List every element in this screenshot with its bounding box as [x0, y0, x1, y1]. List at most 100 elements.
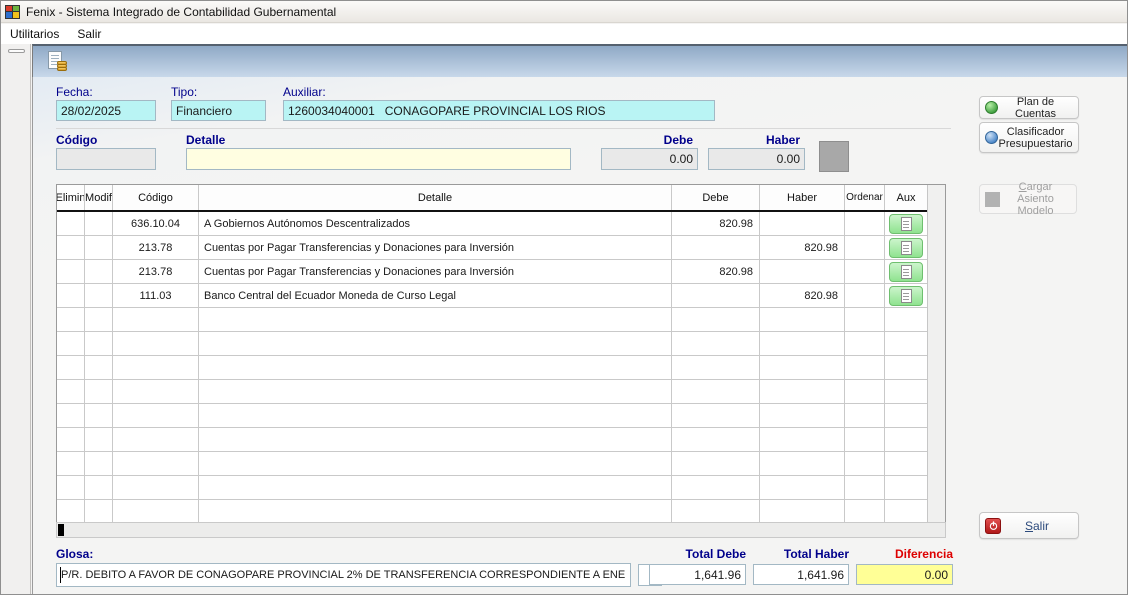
- table-header: Elimin Modif Código Detalle Debe Haber O…: [57, 185, 927, 212]
- attach-button[interactable]: [819, 141, 849, 172]
- table-row-empty[interactable]: [57, 404, 927, 428]
- ordenar-cell[interactable]: [845, 212, 885, 235]
- table-row-empty[interactable]: [57, 332, 927, 356]
- table-cell: [57, 356, 85, 379]
- table-cell: [199, 476, 672, 499]
- clasificador-presupuestario-button[interactable]: ClasificadorPresupuestario: [979, 122, 1079, 153]
- glosa-label: Glosa:: [56, 547, 93, 561]
- table-row-empty[interactable]: [57, 476, 927, 500]
- table-row[interactable]: 111.03 Banco Central del Ecuador Moneda …: [57, 284, 927, 308]
- menu-item-salir[interactable]: Salir: [68, 25, 110, 43]
- table-cell: [760, 428, 845, 451]
- tipo-input[interactable]: [171, 100, 266, 121]
- table-cell: [672, 500, 760, 522]
- aux-button[interactable]: [889, 214, 923, 234]
- modif-cell[interactable]: [85, 284, 113, 307]
- salir-button[interactable]: Salir: [979, 512, 1079, 539]
- table-cell: [85, 308, 113, 331]
- table-row-empty[interactable]: [57, 452, 927, 476]
- modif-cell[interactable]: [85, 236, 113, 259]
- table-cell: [672, 452, 760, 475]
- new-entry-icon[interactable]: [48, 51, 72, 73]
- table-cell: [113, 380, 199, 403]
- menu-item-utilitarios[interactable]: Utilitarios: [1, 25, 68, 43]
- aux-cell: [885, 236, 927, 259]
- table-cell: [57, 476, 85, 499]
- h-scroll-thumb[interactable]: [58, 524, 64, 536]
- table-cell: [760, 332, 845, 355]
- table-row[interactable]: 213.78 Cuentas por Pagar Transferencias …: [57, 260, 927, 284]
- table-empty-rows: [57, 308, 927, 522]
- table-cell: [885, 500, 927, 522]
- table-cell: [760, 356, 845, 379]
- aux-button[interactable]: [889, 286, 923, 306]
- table-cell: [760, 476, 845, 499]
- table-grid: Elimin Modif Código Detalle Debe Haber O…: [57, 185, 927, 522]
- ordenar-cell[interactable]: [845, 260, 885, 283]
- tipo-label: Tipo:: [171, 85, 197, 99]
- table-cell: [672, 428, 760, 451]
- table-cell: [760, 380, 845, 403]
- table-cell: [845, 404, 885, 427]
- entry-detalle-input[interactable]: [186, 148, 571, 170]
- table-cell: [199, 500, 672, 522]
- table-row-empty[interactable]: [57, 356, 927, 380]
- table-cell: [885, 308, 927, 331]
- ordenar-cell[interactable]: [845, 284, 885, 307]
- aux-cell: [885, 260, 927, 283]
- table-cell: [113, 452, 199, 475]
- power-icon: [985, 518, 1001, 534]
- aux-cell: [885, 284, 927, 307]
- total-debe-input[interactable]: [649, 564, 746, 585]
- diferencia-input[interactable]: [856, 564, 953, 585]
- table-row-empty[interactable]: [57, 380, 927, 404]
- table-row-empty[interactable]: [57, 428, 927, 452]
- table-cell: [845, 332, 885, 355]
- table-row[interactable]: 213.78 Cuentas por Pagar Transferencias …: [57, 236, 927, 260]
- table-cell: [885, 476, 927, 499]
- table-cell: [845, 452, 885, 475]
- table-cell: [845, 380, 885, 403]
- debe-cell: 820.98: [672, 212, 760, 235]
- total-haber-input[interactable]: [753, 564, 849, 585]
- panel-grabber[interactable]: [8, 49, 25, 53]
- glosa-input[interactable]: [56, 563, 631, 587]
- entry-codigo-label: Código: [56, 133, 97, 147]
- left-collapsed-panel[interactable]: [1, 44, 31, 594]
- plan-de-cuentas-button[interactable]: Plan de Cuentas: [979, 96, 1079, 119]
- entry-haber-input[interactable]: [708, 148, 805, 170]
- elimin-cell[interactable]: [57, 236, 85, 259]
- cargar-asiento-modelo-button[interactable]: Cargar AsientoModelo: [979, 184, 1077, 214]
- entries-table: Elimin Modif Código Detalle Debe Haber O…: [56, 184, 946, 523]
- vertical-scrollbar[interactable]: [927, 185, 945, 522]
- text-caret: [60, 567, 61, 583]
- header-elimin: Elimin: [57, 185, 85, 210]
- auxiliar-input[interactable]: [283, 100, 715, 121]
- aux-button[interactable]: [889, 238, 923, 258]
- table-cell: [845, 428, 885, 451]
- elimin-cell[interactable]: [57, 284, 85, 307]
- table-cell: [885, 428, 927, 451]
- table-cell: [199, 332, 672, 355]
- table-cell: [85, 380, 113, 403]
- diferencia-label: Diferencia: [856, 547, 953, 561]
- aux-button[interactable]: [889, 262, 923, 282]
- table-row-empty[interactable]: [57, 500, 927, 522]
- modif-cell[interactable]: [85, 212, 113, 235]
- elimin-cell[interactable]: [57, 260, 85, 283]
- table-cell: [885, 332, 927, 355]
- table-row-empty[interactable]: [57, 308, 927, 332]
- table-row[interactable]: 636.10.04 A Gobiernos Autónomos Descentr…: [57, 212, 927, 236]
- haber-cell: [760, 260, 845, 283]
- horizontal-scrollbar[interactable]: [56, 522, 946, 538]
- table-cell: [885, 356, 927, 379]
- elimin-cell[interactable]: [57, 212, 85, 235]
- fecha-input[interactable]: [56, 100, 156, 121]
- entry-codigo-input[interactable]: [56, 148, 156, 170]
- table-cell: [845, 476, 885, 499]
- table-cell: [85, 404, 113, 427]
- modif-cell[interactable]: [85, 260, 113, 283]
- entry-debe-input[interactable]: [601, 148, 698, 170]
- table-cell: [672, 332, 760, 355]
- ordenar-cell[interactable]: [845, 236, 885, 259]
